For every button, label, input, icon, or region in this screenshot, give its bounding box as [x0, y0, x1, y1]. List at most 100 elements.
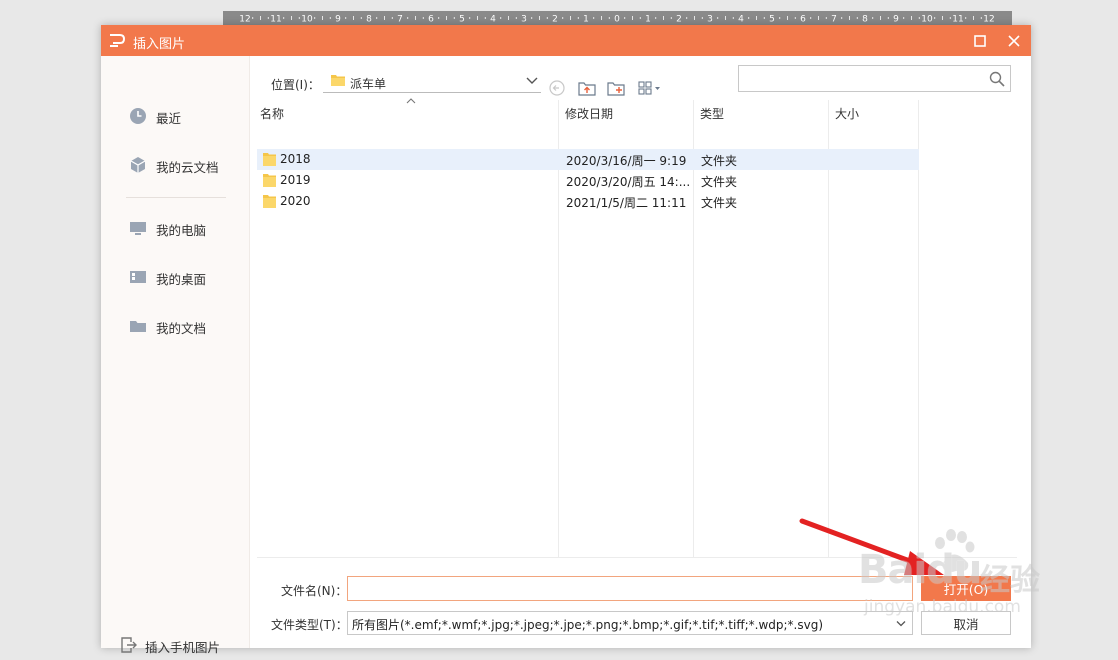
ruler-label: 11: [952, 15, 963, 25]
sort-ascending-icon: [406, 98, 416, 104]
ruler-label: 6: [428, 15, 434, 25]
wps-logo-icon: [110, 34, 126, 47]
sidebar-divider: [126, 197, 226, 198]
ruler-label: 1: [583, 15, 589, 25]
file-list: 名称 修改日期 类型 大小 2018 2020/3/16/周一 9:19 文件夹: [257, 98, 919, 558]
folder-icon: [263, 153, 276, 166]
ruler-label: 10: [301, 15, 313, 25]
sidebar-item-my-desktop[interactable]: 我的桌面: [101, 262, 250, 292]
ruler-label: 10: [921, 15, 933, 25]
new-folder-button[interactable]: [606, 78, 626, 98]
filetype-select[interactable]: 所有图片(*.emf;*.wmf;*.jpg;*.jpeg;*.jpe;*.pn…: [347, 611, 913, 635]
file-type: 文件夹: [701, 175, 738, 189]
desktop-icon: [130, 271, 146, 283]
ruler-label: 2: [676, 15, 682, 25]
phone-picture-label: 插入手机图片: [145, 640, 221, 655]
folder-icon: [263, 174, 276, 187]
insert-picture-dialog: 插入图片 最近 我的云文档 我的电脑 我的桌面 我的文档 插入手机图片 位置(I…: [101, 25, 1031, 655]
ruler-label: 5: [769, 15, 775, 25]
column-header-name[interactable]: 名称: [260, 98, 557, 122]
folder-icon: [331, 75, 345, 86]
ruler-label: 12: [983, 15, 994, 25]
maximize-icon: [974, 34, 986, 47]
file-name: 2019: [280, 173, 311, 187]
chevron-down-icon: [896, 621, 906, 627]
filetype-label: 文件类型(T)：: [271, 618, 348, 632]
close-button[interactable]: [997, 25, 1031, 56]
folder-up-icon: [578, 82, 596, 96]
insert-phone-picture-button[interactable]: 插入手机图片: [101, 630, 250, 660]
dialog-titlebar[interactable]: 插入图片: [101, 25, 1031, 56]
search-box: [738, 65, 1011, 92]
list-bottom-divider: [257, 557, 1017, 558]
search-input[interactable]: [743, 69, 983, 88]
chevron-down-icon: [526, 77, 538, 84]
search-icon[interactable]: [989, 71, 1005, 87]
sidebar-item-label: 我的桌面: [156, 272, 207, 287]
sidebar-item-my-documents[interactable]: 我的文档: [101, 311, 250, 341]
open-button[interactable]: 打开(O): [921, 576, 1011, 601]
sidebar: 最近 我的云文档 我的电脑 我的桌面 我的文档 插入手机图片: [101, 56, 250, 655]
back-button[interactable]: [547, 78, 567, 98]
folder-icon: [263, 195, 276, 208]
ruler-label: 6: [800, 15, 806, 25]
view-mode-button[interactable]: [636, 78, 664, 98]
close-icon: [1008, 34, 1020, 47]
sidebar-item-recent[interactable]: 最近: [101, 101, 250, 131]
ruler-label: 9: [893, 15, 899, 25]
grid-view-icon: [638, 81, 660, 95]
maximize-button[interactable]: [963, 25, 997, 56]
sidebar-item-label: 我的云文档: [156, 160, 219, 175]
ruler-ticks: 12 11 10 9 8 7 6 5 4 3 2 1 0 1 2 3 4 5 6 7 8 9 10 11 12: [239, 15, 994, 25]
location-dropdown[interactable]: 派车单: [323, 70, 541, 93]
sidebar-item-cloud-docs[interactable]: 我的云文档: [101, 150, 250, 180]
file-date: 2020/3/16/周一 9:19: [566, 154, 687, 168]
ruler-label: 3: [521, 15, 527, 25]
file-date: 2021/1/5/周二 11:11: [566, 196, 687, 210]
ruler-label: 7: [397, 15, 403, 25]
file-name: 2020: [280, 194, 311, 208]
file-type: 文件夹: [701, 154, 738, 168]
filename-label: 文件名(N)：: [281, 584, 348, 598]
ruler-label: 5: [459, 15, 465, 25]
horizontal-ruler: 12 11 10 9 8 7 6 5 4 3 2 1 0 1 2 3 4 5 6 7 8 9 10 11 12: [223, 11, 1012, 25]
file-type: 文件夹: [701, 196, 738, 210]
dialog-title: 插入图片: [133, 37, 186, 52]
back-arrow-icon: [549, 80, 565, 96]
location-label: 位置(I)：: [271, 78, 320, 92]
table-row[interactable]: 2018 2020/3/16/周一 9:19 文件夹: [257, 149, 919, 170]
table-row[interactable]: 2020 2021/1/5/周二 11:11 文件夹: [257, 191, 919, 212]
filename-input[interactable]: [347, 576, 913, 601]
file-date: 2020/3/20/周五 14:...: [566, 175, 691, 189]
ruler-label: 7: [831, 15, 837, 25]
ruler-label: 11: [270, 15, 281, 25]
clock-icon: [130, 108, 146, 124]
phone-export-icon: [121, 637, 137, 653]
ruler-label: 3: [707, 15, 713, 25]
ruler-label: 4: [738, 15, 744, 25]
ruler-label: 1: [645, 15, 651, 25]
sidebar-item-label: 最近: [156, 111, 182, 126]
column-header-modified[interactable]: 修改日期: [565, 100, 692, 122]
ruler-label: 9: [335, 15, 341, 25]
new-folder-icon: [607, 82, 625, 96]
cloud-box-icon: [130, 157, 146, 173]
ruler-label: 4: [490, 15, 496, 25]
sidebar-item-label: 我的文档: [156, 321, 207, 336]
cancel-button[interactable]: 取消: [921, 611, 1011, 635]
ruler-label: 2: [552, 15, 558, 25]
column-header-size[interactable]: 大小: [835, 100, 917, 122]
monitor-icon: [130, 222, 146, 235]
filetype-value: 所有图片(*.emf;*.wmf;*.jpg;*.jpeg;*.jpe;*.pn…: [352, 618, 824, 632]
table-row[interactable]: 2019 2020/3/20/周五 14:... 文件夹: [257, 170, 919, 191]
ruler-label: 8: [366, 15, 372, 25]
file-name: 2018: [280, 152, 311, 166]
up-folder-button[interactable]: [577, 78, 597, 98]
sidebar-item-label: 我的电脑: [156, 223, 207, 238]
sidebar-item-my-computer[interactable]: 我的电脑: [101, 213, 250, 243]
ruler-label: 0: [614, 15, 620, 25]
ruler-label: 12: [239, 15, 250, 25]
column-header-type[interactable]: 类型: [700, 100, 827, 122]
folder-icon: [130, 321, 146, 332]
ruler-label: 8: [862, 15, 868, 25]
